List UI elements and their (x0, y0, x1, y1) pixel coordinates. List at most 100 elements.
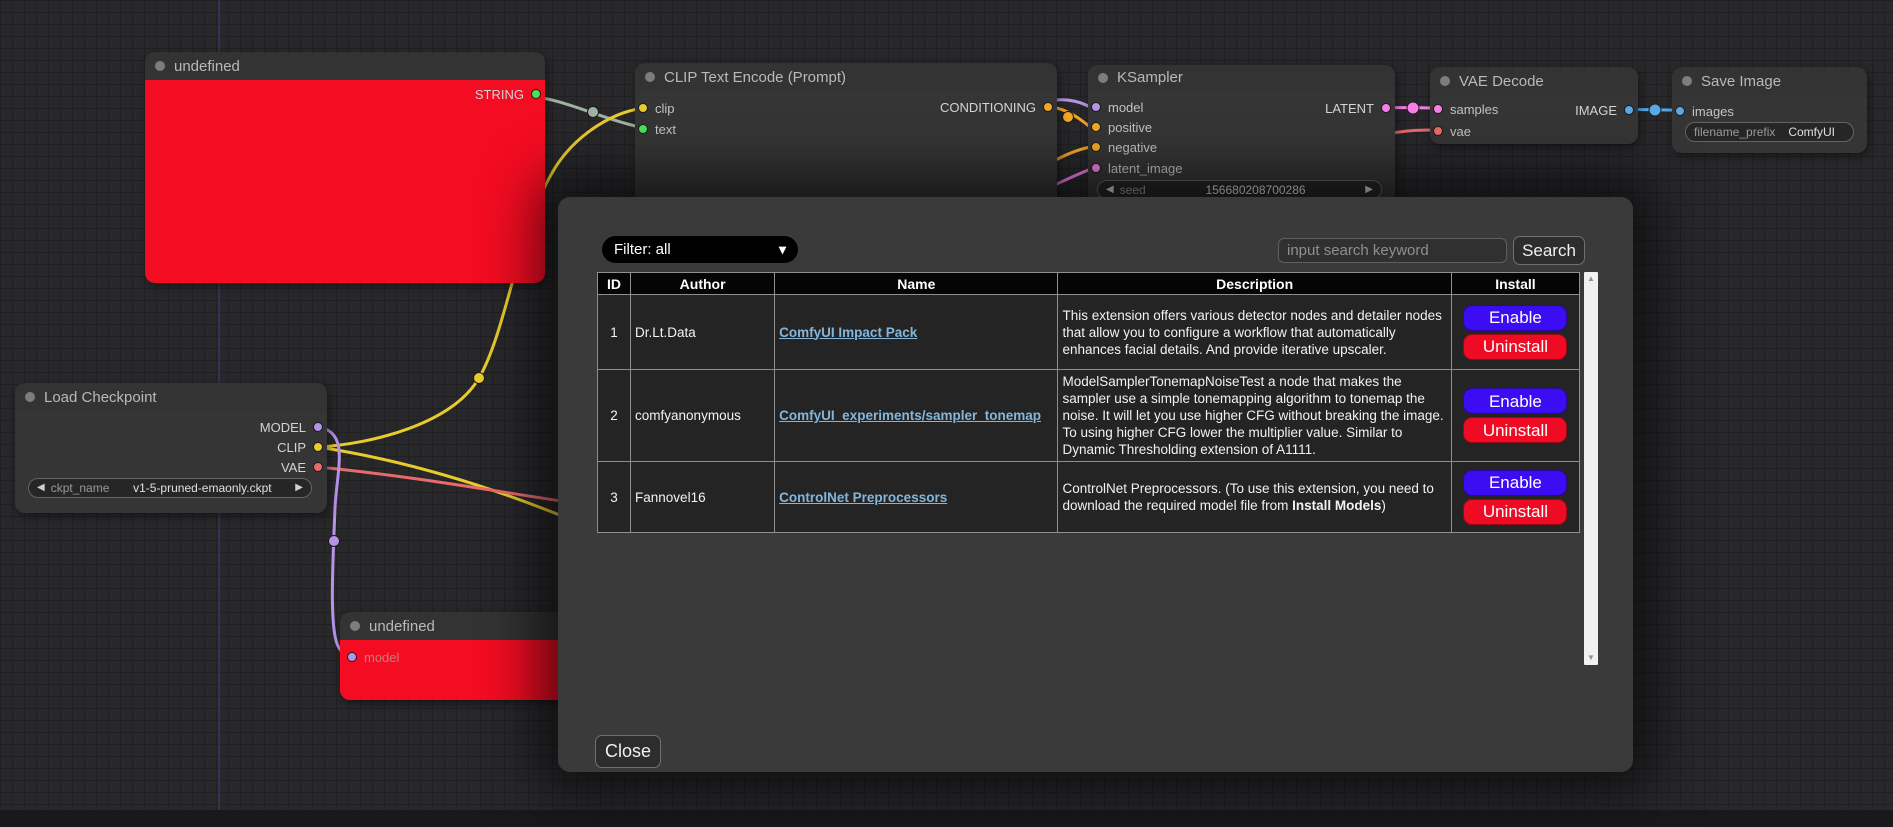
node-title-bar[interactable]: Load Checkpoint (15, 383, 327, 411)
cell-id: 1 (598, 295, 631, 370)
widget-label: ckpt_name (51, 481, 110, 495)
input-slot-model-dot[interactable] (347, 652, 357, 662)
node-title-bar[interactable]: VAE Decode (1430, 67, 1638, 95)
search-button[interactable]: Search (1513, 236, 1585, 265)
reroute-dot-latent[interactable] (1407, 102, 1419, 114)
node-save-image[interactable]: Save Image images filename_prefix ComfyU… (1672, 67, 1867, 153)
header-description: Description (1058, 273, 1451, 295)
reroute-dot-clip[interactable] (474, 373, 485, 384)
node-load-checkpoint[interactable]: Load Checkpoint MODEL CLIP VAE ◀ ckpt_na… (15, 383, 327, 513)
output-slot-clip-dot[interactable] (313, 442, 323, 452)
widget-increment-icon[interactable]: ▶ (1365, 185, 1373, 195)
node-title-bar[interactable]: undefined (145, 52, 545, 80)
node-title: undefined (369, 618, 435, 635)
node-title-bar[interactable]: Save Image (1672, 67, 1867, 95)
node-collapse-dot-icon[interactable] (350, 621, 360, 631)
output-slot-label: LATENT (1325, 101, 1374, 116)
input-slot-label: negative (1108, 140, 1157, 155)
node-collapse-dot-icon[interactable] (155, 61, 165, 71)
input-slot-model-dot[interactable] (1091, 102, 1101, 112)
extension-table-scroll-area: ID Author Name Description Install 1 Dr.… (597, 272, 1598, 665)
node-title: Load Checkpoint (44, 389, 157, 406)
node-vae-decode[interactable]: VAE Decode samples vae IMAGE (1430, 67, 1638, 144)
table-scrollbar[interactable]: ▲ ▼ (1584, 272, 1598, 665)
scroll-down-icon[interactable]: ▼ (1584, 651, 1598, 665)
enable-button[interactable]: Enable (1463, 470, 1567, 496)
node-title-bar[interactable]: CLIP Text Encode (Prompt) (635, 63, 1057, 91)
ckpt-name-widget[interactable]: ◀ ckpt_name v1-5-pruned-emaonly.ckpt ▶ (28, 478, 312, 498)
input-slot-label: model (364, 650, 399, 665)
description-text: ) (1381, 498, 1386, 513)
enable-button[interactable]: Enable (1463, 305, 1567, 331)
input-slot-latent-image-dot[interactable] (1091, 163, 1101, 173)
filename-prefix-widget[interactable]: filename_prefix ComfyUI (1685, 122, 1854, 142)
node-body: MODEL CLIP VAE ◀ ckpt_name v1-5-pruned-e… (15, 411, 327, 513)
output-slot-latent-dot[interactable] (1381, 103, 1391, 113)
input-slot-label: text (655, 122, 676, 137)
output-slot-conditioning-dot[interactable] (1043, 102, 1053, 112)
extension-name-link[interactable]: ControlNet Preprocessors (779, 490, 947, 505)
cell-description: ControlNet Preprocessors. (To use this e… (1058, 462, 1451, 533)
output-slot-label: MODEL (260, 420, 306, 435)
reroute-dot-conditioning[interactable] (1063, 112, 1074, 123)
widget-value: v1-5-pruned-emaonly.ckpt (115, 481, 289, 495)
input-slot-label: clip (655, 101, 675, 116)
input-slot-label: vae (1450, 124, 1471, 139)
output-slot-model-dot[interactable] (313, 422, 323, 432)
node-title-bar[interactable]: KSampler (1088, 65, 1395, 90)
node-title: KSampler (1117, 69, 1183, 86)
header-id: ID (598, 273, 631, 295)
input-slot-label: latent_image (1108, 161, 1182, 176)
search-input[interactable] (1278, 238, 1507, 263)
description-bold-text: Install Models (1292, 498, 1381, 513)
uninstall-button[interactable]: Uninstall (1463, 334, 1567, 360)
extension-name-link[interactable]: ComfyUI_experiments/sampler_tonemap (779, 408, 1041, 423)
node-body: STRING (145, 80, 545, 283)
input-slot-label: positive (1108, 120, 1152, 135)
input-slot-images-dot[interactable] (1675, 106, 1685, 116)
output-slot-label: CONDITIONING (940, 100, 1036, 115)
reroute-dot-string[interactable] (588, 107, 599, 118)
input-slot-clip-dot[interactable] (638, 103, 648, 113)
output-slot-label: IMAGE (1575, 103, 1617, 118)
output-slot-image-dot[interactable] (1624, 105, 1634, 115)
wire-model-into-ksampler (1057, 100, 1090, 107)
node-collapse-dot-icon[interactable] (1682, 76, 1692, 86)
node-collapse-dot-icon[interactable] (1440, 76, 1450, 86)
uninstall-button[interactable]: Uninstall (1463, 417, 1567, 443)
input-slot-positive-dot[interactable] (1091, 122, 1101, 132)
node-collapse-dot-icon[interactable] (645, 72, 655, 82)
table-row: 3 Fannovel16 ControlNet Preprocessors Co… (598, 462, 1580, 533)
reroute-dot-model[interactable] (329, 536, 340, 547)
output-slot-string-dot[interactable] (531, 89, 541, 99)
node-body: samples vae IMAGE (1430, 95, 1638, 144)
widget-label: seed (1120, 183, 1146, 197)
chevron-down-icon: ▾ (779, 241, 786, 258)
node-collapse-dot-icon[interactable] (1098, 73, 1108, 83)
node-collapse-dot-icon[interactable] (25, 392, 35, 402)
uninstall-button[interactable]: Uninstall (1463, 499, 1567, 525)
input-slot-vae-dot[interactable] (1433, 126, 1443, 136)
cell-author: Fannovel16 (631, 462, 775, 533)
output-slot-vae-dot[interactable] (313, 462, 323, 472)
extension-name-link[interactable]: ComfyUI Impact Pack (779, 325, 917, 340)
reroute-dot-image[interactable] (1649, 104, 1661, 116)
node-title: VAE Decode (1459, 73, 1544, 90)
close-button[interactable]: Close (595, 735, 661, 768)
cell-description: This extension offers various detector n… (1058, 295, 1451, 370)
table-row: 1 Dr.Lt.Data ComfyUI Impact Pack This ex… (598, 295, 1580, 370)
scroll-up-icon[interactable]: ▲ (1584, 272, 1598, 286)
widget-decrement-icon[interactable]: ◀ (37, 483, 45, 493)
input-slot-label: images (1692, 104, 1734, 119)
filter-select[interactable]: Filter: all ▾ (602, 236, 798, 263)
input-slot-negative-dot[interactable] (1091, 142, 1101, 152)
widget-increment-icon[interactable]: ▶ (295, 483, 303, 493)
input-slot-samples-dot[interactable] (1433, 104, 1443, 114)
comfyui-canvas[interactable]: undefined STRING CLIP Text Encode (Promp… (0, 0, 1893, 827)
widget-decrement-icon[interactable]: ◀ (1106, 185, 1114, 195)
node-undefined-top[interactable]: undefined STRING (145, 52, 545, 283)
cell-install: Enable Uninstall (1451, 370, 1579, 462)
enable-button[interactable]: Enable (1463, 388, 1567, 414)
header-name: Name (775, 273, 1058, 295)
input-slot-text-dot[interactable] (638, 124, 648, 134)
